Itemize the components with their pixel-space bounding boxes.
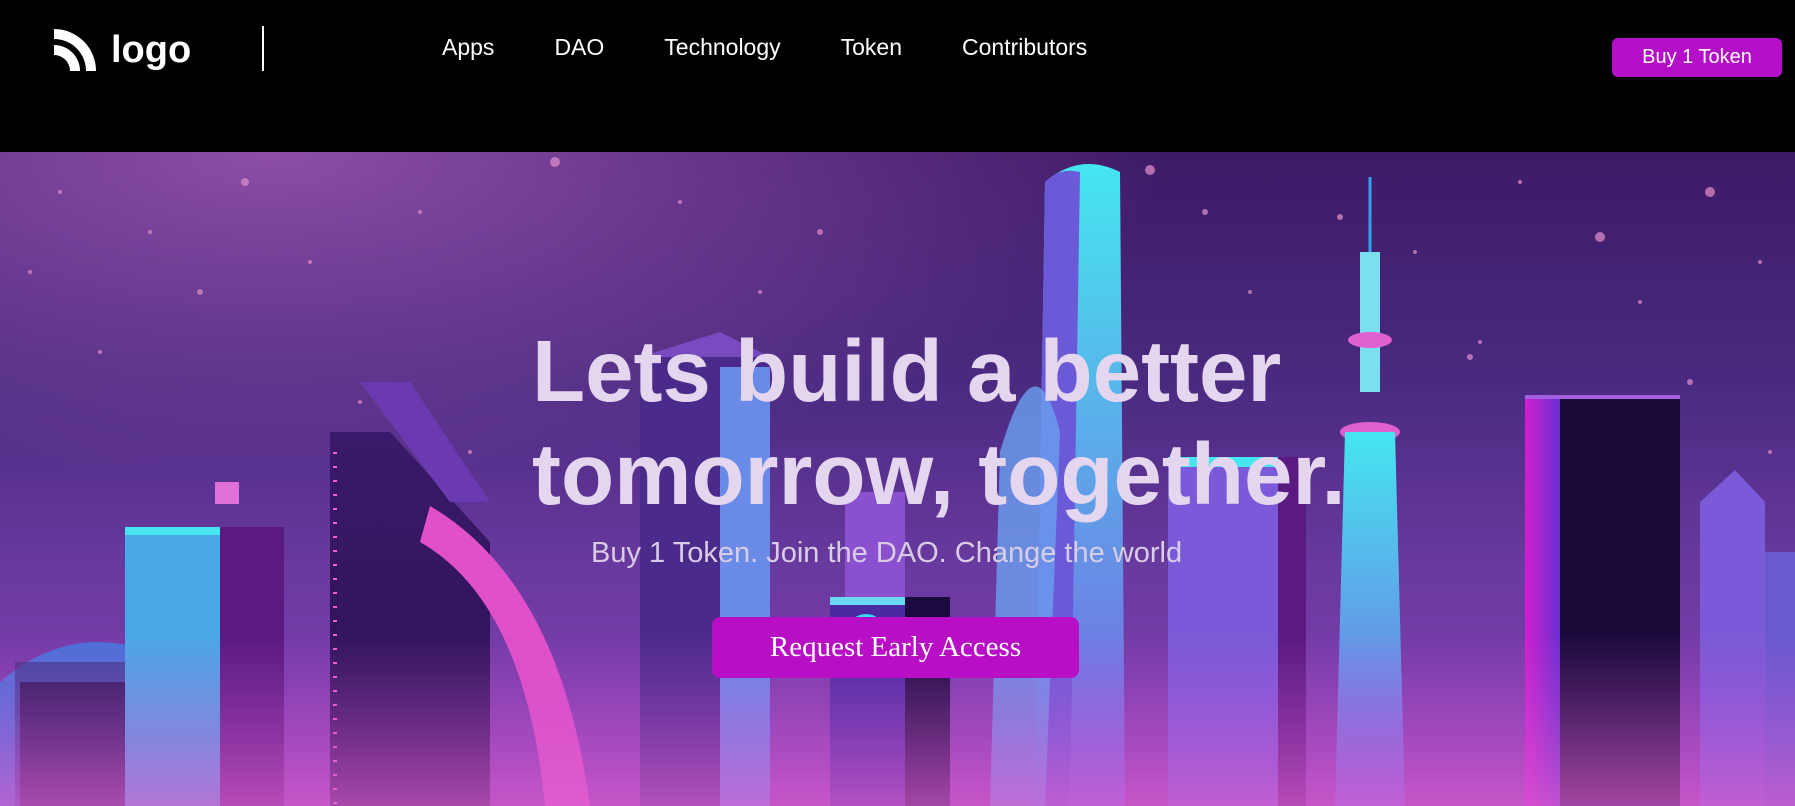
request-early-access-button[interactable]: Request Early Access bbox=[712, 617, 1079, 678]
nav-item-technology[interactable]: Technology bbox=[664, 34, 780, 61]
hero-title-line-1: Lets build a better bbox=[532, 323, 1282, 420]
nav-item-token[interactable]: Token bbox=[841, 34, 902, 61]
logo-text: logo bbox=[111, 28, 192, 71]
hero-section: Lets build a better tomorrow, together. … bbox=[0, 152, 1795, 806]
hero-title-line-2: tomorrow, together. bbox=[532, 426, 1346, 523]
buy-token-button[interactable]: Buy 1 Token bbox=[1612, 38, 1782, 77]
header-divider bbox=[262, 26, 264, 71]
hero-subtitle: Buy 1 Token. Join the DAO. Change the wo… bbox=[591, 537, 1183, 569]
nav-item-dao[interactable]: DAO bbox=[554, 34, 604, 61]
nav-item-contributors[interactable]: Contributors bbox=[962, 34, 1087, 61]
main-nav: Apps DAO Technology Token Contributors bbox=[442, 34, 1087, 61]
hero-title: Lets build a better tomorrow, together. bbox=[532, 320, 1432, 526]
rss-feed-icon bbox=[54, 29, 96, 71]
logo[interactable]: logo bbox=[50, 25, 191, 75]
nav-item-apps[interactable]: Apps bbox=[442, 34, 494, 61]
site-header: logo Apps DAO Technology Token Contribut… bbox=[0, 0, 1795, 152]
